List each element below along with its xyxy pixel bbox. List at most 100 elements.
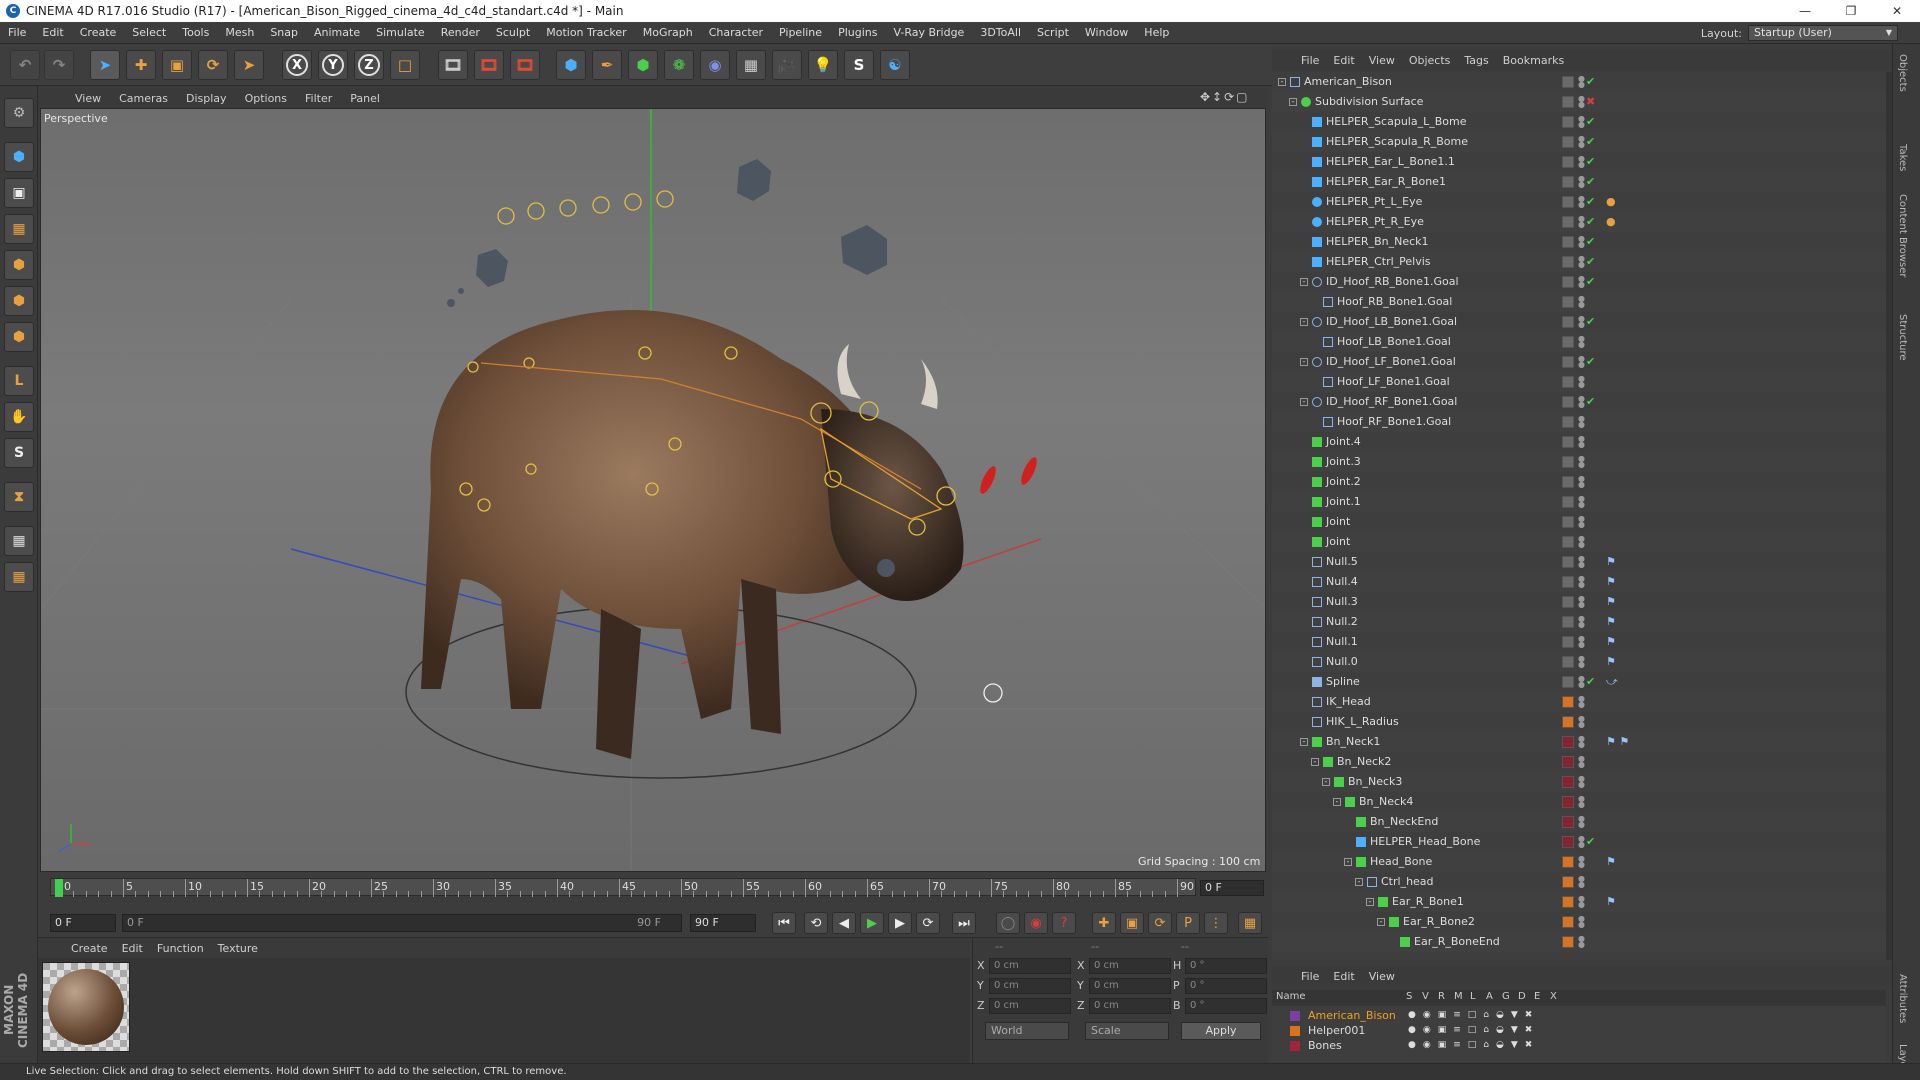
layer-row[interactable]: Helper001 ●◉▣≡□⌂◒▼✖	[1272, 1023, 1886, 1038]
visibility-dots-icon[interactable]: ● ●	[1578, 355, 1585, 369]
layer-color-swatch[interactable]	[1290, 1026, 1300, 1036]
expand-toggle-icon[interactable]: -	[1300, 398, 1308, 406]
enabled-check-icon[interactable]: ✔	[1586, 172, 1595, 192]
make-editable-button[interactable]: ⚙	[4, 98, 34, 128]
layer-color-swatch[interactable]	[1562, 256, 1574, 268]
layer-color-swatch[interactable]	[1562, 716, 1574, 728]
enabled-check-icon[interactable]: ✔	[1586, 312, 1595, 332]
layer-column-a[interactable]: A	[1486, 991, 1493, 1002]
menu-create[interactable]: Create	[72, 26, 125, 39]
layer-color-swatch[interactable]	[1562, 516, 1574, 528]
layer-color-swatch[interactable]	[1562, 696, 1574, 708]
layer-color-swatch[interactable]	[1562, 776, 1574, 788]
layer-color-swatch[interactable]	[1562, 416, 1574, 428]
layer-toggle-icons[interactable]: ●◉▣≡□⌂◒▼✖	[1408, 1038, 1539, 1053]
object-row[interactable]: HELPER_Head_Bone ● ● ✔	[1272, 832, 1886, 852]
object-row[interactable]: HELPER_Pt_L_Eye ● ● ✔ ●	[1272, 192, 1886, 212]
menu-edit[interactable]: Edit	[34, 26, 71, 39]
visibility-dots-icon[interactable]: ● ●	[1578, 815, 1585, 829]
layer-color-swatch[interactable]	[1562, 176, 1574, 188]
layer-menu-edit[interactable]: Edit	[1326, 970, 1361, 983]
go-to-end-button[interactable]: ⏭	[952, 912, 976, 934]
visibility-dots-icon[interactable]: ● ●	[1578, 575, 1585, 589]
layer-toggle-icons[interactable]: ●◉▣≡□⌂◒▼✖	[1408, 1008, 1539, 1023]
material-menu-texture[interactable]: Texture	[211, 942, 265, 955]
layer-color-swatch[interactable]	[1562, 616, 1574, 628]
visibility-dots-icon[interactable]: ● ●	[1578, 835, 1585, 849]
object-tag-icons[interactable]: ●	[1606, 192, 1616, 212]
layer-color-swatch[interactable]	[1562, 456, 1574, 468]
layer-row[interactable]: American_Bison ●◉▣≡□⌂◒▼✖	[1272, 1008, 1886, 1023]
visibility-dots-icon[interactable]: ● ●	[1578, 595, 1585, 609]
object-row[interactable]: - Bn_Neck3 ● ●	[1272, 772, 1886, 792]
layer-color-swatch[interactable]	[1562, 856, 1574, 868]
layer-color-swatch[interactable]	[1562, 896, 1574, 908]
menu-select[interactable]: Select	[124, 26, 174, 39]
object-row[interactable]: HELPER_Bn_Neck1 ● ● ✔	[1272, 232, 1886, 252]
object-row[interactable]: Ear_R_BoneEnd ● ●	[1272, 932, 1886, 952]
points-mode-button[interactable]: ⬢	[4, 250, 34, 280]
object-row[interactable]: Joint.3 ● ●	[1272, 452, 1886, 472]
scale-tool-button[interactable]: ▣	[162, 50, 192, 80]
expand-toggle-icon[interactable]: -	[1333, 798, 1341, 806]
python-button[interactable]: ☯	[880, 50, 910, 80]
layer-column-m[interactable]: M	[1454, 991, 1463, 1002]
layer-color-swatch[interactable]	[1562, 116, 1574, 128]
visibility-dots-icon[interactable]: ● ●	[1578, 755, 1585, 769]
object-row[interactable]: - Ear_R_Bone1 ● ● ⚑	[1272, 892, 1886, 912]
expand-toggle-icon[interactable]: -	[1278, 78, 1286, 86]
object-row[interactable]: Hoof_LF_Bone1.Goal ● ●	[1272, 372, 1886, 392]
menu-window[interactable]: Window	[1077, 26, 1136, 39]
viewport-menu-display[interactable]: Display	[177, 92, 236, 105]
previous-key-button[interactable]: ⟲	[804, 912, 828, 934]
layer-color-swatch[interactable]	[1562, 916, 1574, 928]
visibility-dots-icon[interactable]: ● ●	[1578, 515, 1585, 529]
visibility-dots-icon[interactable]: ● ●	[1578, 855, 1585, 869]
start-frame-field[interactable]: 0 F	[50, 914, 116, 932]
layer-toggle-icons[interactable]: ●◉▣≡□⌂◒▼✖	[1408, 1023, 1539, 1038]
layer-color-swatch[interactable]	[1562, 576, 1574, 588]
object-tag-icons[interactable]: ⚑	[1606, 892, 1616, 912]
rotation-key-button[interactable]: ⟳	[1148, 912, 1172, 934]
coord-size-x-field[interactable]: 0 cm	[1089, 958, 1171, 974]
deformer-button[interactable]: ◉	[700, 50, 730, 80]
next-key-button[interactable]: ⟳	[916, 912, 940, 934]
object-row[interactable]: Spline ● ● ✔ ⤻	[1272, 672, 1886, 692]
menu-render[interactable]: Render	[433, 26, 488, 39]
object-tag-icons[interactable]: ⚑	[1606, 852, 1616, 872]
object-row[interactable]: Null.3 ● ● ⚑	[1272, 592, 1886, 612]
visibility-dots-icon[interactable]: ● ●	[1578, 715, 1585, 729]
menu-pipeline[interactable]: Pipeline	[771, 26, 830, 39]
layer-color-swatch[interactable]	[1562, 276, 1574, 288]
perspective-viewport[interactable]	[40, 108, 1266, 872]
visibility-dots-icon[interactable]: ● ●	[1578, 895, 1585, 909]
apply-button[interactable]: Apply	[1181, 1022, 1261, 1040]
menu-sculpt[interactable]: Sculpt	[488, 26, 538, 39]
material-menu-create[interactable]: Create	[64, 942, 115, 955]
layer-column-e[interactable]: E	[1534, 991, 1540, 1002]
undo-button[interactable]: ↶	[10, 50, 40, 80]
coord-rotation-b-field[interactable]: 0 °	[1185, 998, 1267, 1014]
coord-position-x-field[interactable]: 0 cm	[989, 958, 1071, 974]
polygons-mode-button[interactable]: ⬢	[4, 322, 34, 352]
object-tag-icons[interactable]: ●	[1606, 212, 1616, 232]
coord-size-z-field[interactable]: 0 cm	[1089, 998, 1171, 1014]
visibility-dots-icon[interactable]: ● ●	[1578, 795, 1585, 809]
object-row[interactable]: Hoof_RF_Bone1.Goal ● ●	[1272, 412, 1886, 432]
object-row[interactable]: - Ear_R_Bone2 ● ●	[1272, 912, 1886, 932]
visibility-dots-icon[interactable]: ● ●	[1578, 475, 1585, 489]
object-tag-icons[interactable]: ⤻	[1606, 672, 1618, 692]
layer-color-swatch[interactable]	[1562, 296, 1574, 308]
visibility-dots-icon[interactable]: ● ●	[1578, 555, 1585, 569]
object-tag-icons[interactable]: ⚑	[1606, 572, 1616, 592]
object-menu-edit[interactable]: Edit	[1326, 54, 1361, 67]
expand-toggle-icon[interactable]: -	[1300, 738, 1308, 746]
enabled-check-icon[interactable]: ✔	[1586, 272, 1595, 292]
visibility-dots-icon[interactable]: ● ●	[1578, 395, 1585, 409]
object-tag-icons[interactable]: ⚑	[1606, 612, 1616, 632]
object-tag-icons[interactable]: ⚑	[1606, 592, 1616, 612]
point-level-key-button[interactable]: ⋮	[1204, 912, 1228, 934]
bison-material-swatch[interactable]	[42, 962, 130, 1052]
visibility-dots-icon[interactable]: ● ●	[1578, 315, 1585, 329]
close-button[interactable]: ✕	[1874, 0, 1920, 22]
